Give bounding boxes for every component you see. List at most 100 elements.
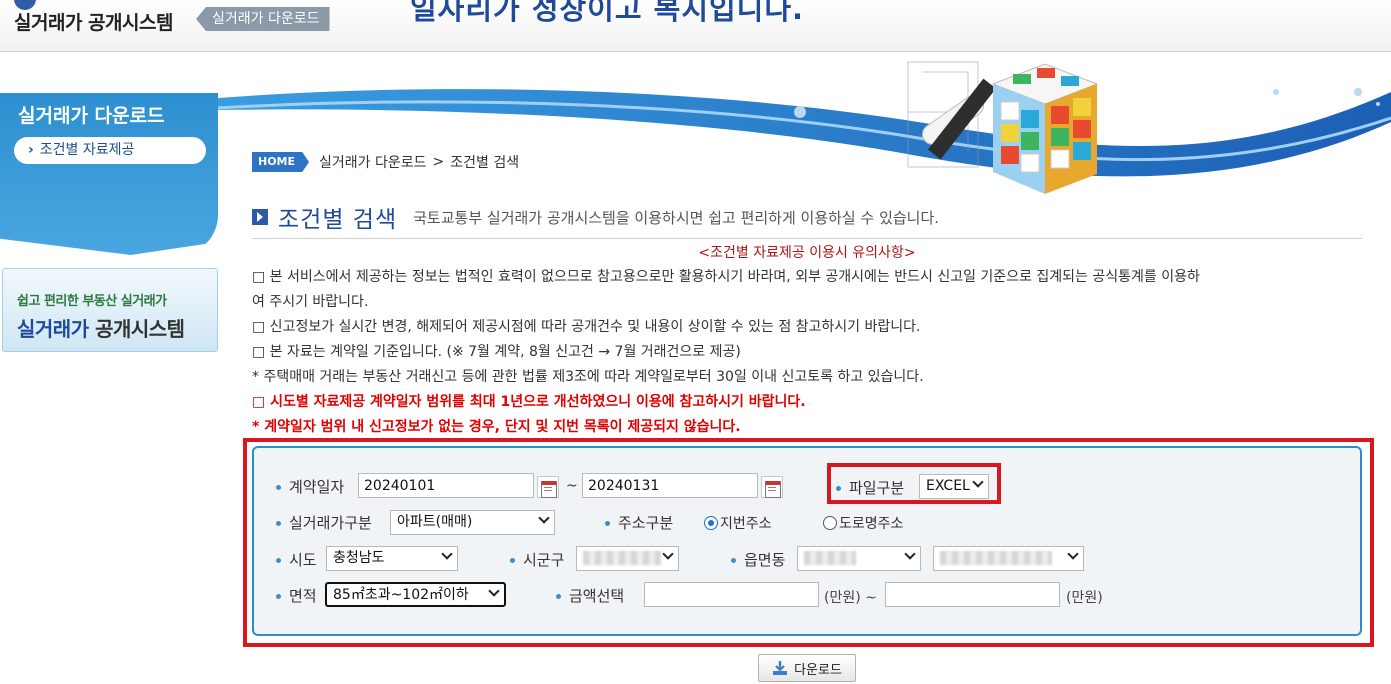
amount-to-input[interactable] <box>885 582 1060 607</box>
breadcrumb-item[interactable]: 실거래가 다운로드 <box>319 152 427 172</box>
decorative-banner <box>218 52 1391 202</box>
bullet-icon <box>510 558 515 563</box>
promo-title-dark: 공개시스템 <box>95 317 185 341</box>
site-logo-text[interactable]: 실거래가 공개시스템 <box>14 8 173 35</box>
redacted-value <box>804 551 856 565</box>
redacted-value <box>940 551 1052 565</box>
calendar-icon[interactable] <box>761 476 783 498</box>
amount-label: 금액선택 <box>556 585 624 606</box>
label-text: 시군구 <box>523 551 565 569</box>
label-text: 파일구분 <box>849 479 905 497</box>
bullet-icon <box>836 486 841 491</box>
label-text: 계약일자 <box>289 478 345 496</box>
breadcrumb-separator: > <box>432 154 445 170</box>
bullet-icon <box>276 594 281 599</box>
download-icon <box>773 661 788 675</box>
page-description: 국토교통부 실거래가 공개시스템을 이용하시면 쉽고 편리하게 이용하실 수 있… <box>413 208 940 227</box>
radio-unchecked-icon <box>823 516 837 530</box>
label-text: 시도 <box>289 551 317 569</box>
notice-heading: <조건별 자료제공 이용시 유의사항> <box>698 245 916 261</box>
file-type-select[interactable]: EXCEL <box>919 474 989 499</box>
notice-list: □ 본 서비스에서 제공하는 정보는 법적인 효력이 없으므로 참고용으로만 활… <box>252 265 1367 440</box>
notice-line-important: □ 시도별 자료제공 계약일자 범위를 최대 1년으로 개선하였으니 이용에 참… <box>252 394 806 410</box>
amount-unit-to: (만원) <box>1066 590 1103 606</box>
chevron-down-icon <box>538 512 550 524</box>
bullet-icon <box>276 521 281 526</box>
eupmyeondong-label: 읍면동 <box>731 549 785 570</box>
date-to-input[interactable] <box>582 473 758 498</box>
label-text: 실거래가구분 <box>289 514 372 532</box>
radio-road-address[interactable]: 도로명주소 <box>823 513 903 533</box>
left-sidebar: 실거래가 다운로드 › 조건별 자료제공 <box>0 93 218 255</box>
header-slogan: 일자리가 성장이고 복지입니다. <box>410 0 805 26</box>
bullet-icon <box>556 594 561 599</box>
radio-checked-icon <box>704 516 718 530</box>
chevron-down-icon <box>488 585 500 597</box>
date-range-tilde: ~ <box>566 478 578 494</box>
section-badge[interactable]: 실거래가 다운로드 <box>196 7 330 31</box>
home-link[interactable]: HOME <box>252 152 310 172</box>
bullet-icon <box>605 521 610 526</box>
bullet-icon <box>276 485 281 490</box>
area-value: 85㎡초과~102㎡이하 <box>333 587 469 603</box>
promo-title: 실거래가 공개시스템 <box>17 313 185 342</box>
notice-line-important: * 계약일자 범위 내 신고정보가 없는 경우, 단지 및 지번 목록이 제공되… <box>252 419 741 435</box>
sigungu-select[interactable] <box>576 546 679 571</box>
amount-unit-from: (만원) ~ <box>824 590 877 606</box>
chevron-down-icon <box>441 548 453 560</box>
area-label: 면적 <box>276 585 317 606</box>
notice-line: □ 본 서비스에서 제공하는 정보는 법적인 효력이 없으므로 참고용으로만 활… <box>252 269 1200 285</box>
bullet-icon <box>276 558 281 563</box>
download-button-label: 다운로드 <box>794 662 842 678</box>
sidebar-title: 실거래가 다운로드 <box>18 105 165 127</box>
eupmyeondong-select[interactable] <box>797 546 921 571</box>
chevron-right-icon: › <box>28 142 34 158</box>
address-type-label: 주소구분 <box>605 512 673 533</box>
amount-from-input[interactable] <box>644 582 819 607</box>
chevron-down-icon <box>904 548 916 560</box>
notice-line: □ 본 자료는 계약일 기준입니다. (※ 7월 계약, 8월 신고건 → 7월… <box>252 344 741 360</box>
date-from-input[interactable] <box>358 473 534 498</box>
radio-label: 도로명주소 <box>839 516 904 532</box>
complex-select[interactable] <box>933 546 1084 571</box>
download-button[interactable]: 다운로드 <box>758 654 856 682</box>
title-bullet-icon <box>252 209 268 225</box>
notice-line: □ 신고정보가 실시간 변경, 해제되어 제공시점에 따라 공개건수 및 내용이… <box>252 319 921 335</box>
label-text: 면적 <box>289 587 317 605</box>
sidebar-item-condition-data[interactable]: › 조건별 자료제공 <box>14 137 206 164</box>
trade-type-select[interactable]: 아파트(매매) <box>390 510 555 535</box>
page-title: 조건별 검색 <box>278 207 398 233</box>
promo-title-blue: 실거래가 <box>17 317 89 341</box>
calendar-icon[interactable] <box>537 476 559 498</box>
radio-lot-address[interactable]: 지번주소 <box>704 513 772 533</box>
contract-date-label: 계약일자 <box>276 476 344 497</box>
trade-type-value: 아파트(매매) <box>397 514 473 530</box>
breadcrumb-item[interactable]: 조건별 검색 <box>450 152 519 172</box>
sido-select[interactable]: 충청남도 <box>326 546 458 571</box>
top-header: 실거래가 공개시스템 실거래가 다운로드 일자리가 성장이고 복지입니다. <box>0 0 1391 52</box>
bullet-icon <box>731 558 736 563</box>
sigungu-label: 시군구 <box>510 549 564 570</box>
banner-wave-graphic <box>218 61 1391 194</box>
label-text: 읍면동 <box>744 551 786 569</box>
label-text: 금액선택 <box>569 587 625 605</box>
notice-line: 여 주시기 바랍니다. <box>252 294 369 310</box>
promo-subtitle: 쉽고 편리한 부동산 실거래가 <box>17 294 167 309</box>
sido-value: 충청남도 <box>333 550 385 566</box>
page-title-row: 조건별 검색 국토교통부 실거래가 공개시스템을 이용하시면 쉽고 편리하게 이… <box>252 200 939 234</box>
notice-line: * 주택매매 거래는 부동산 거래신고 등에 관한 법률 제3조에 따라 계약일… <box>252 369 924 385</box>
breadcrumb: HOME 실거래가 다운로드 > 조건별 검색 <box>252 152 519 172</box>
redacted-value <box>583 551 661 565</box>
sidebar-item-label: 조건별 자료제공 <box>39 142 135 158</box>
label-text: 주소구분 <box>618 514 674 532</box>
file-type-label: 파일구분 <box>836 477 904 498</box>
area-select[interactable]: 85㎡초과~102㎡이하 <box>325 582 506 607</box>
chevron-down-icon <box>662 548 674 560</box>
trade-type-label: 실거래가구분 <box>276 512 372 533</box>
title-divider <box>252 238 1362 239</box>
sido-label: 시도 <box>276 549 317 570</box>
promo-banner[interactable]: 쉽고 편리한 부동산 실거래가 실거래가 공개시스템 <box>2 268 218 352</box>
file-type-value: EXCEL <box>926 478 970 494</box>
chevron-down-icon <box>1067 548 1079 560</box>
radio-label: 지번주소 <box>720 516 772 532</box>
